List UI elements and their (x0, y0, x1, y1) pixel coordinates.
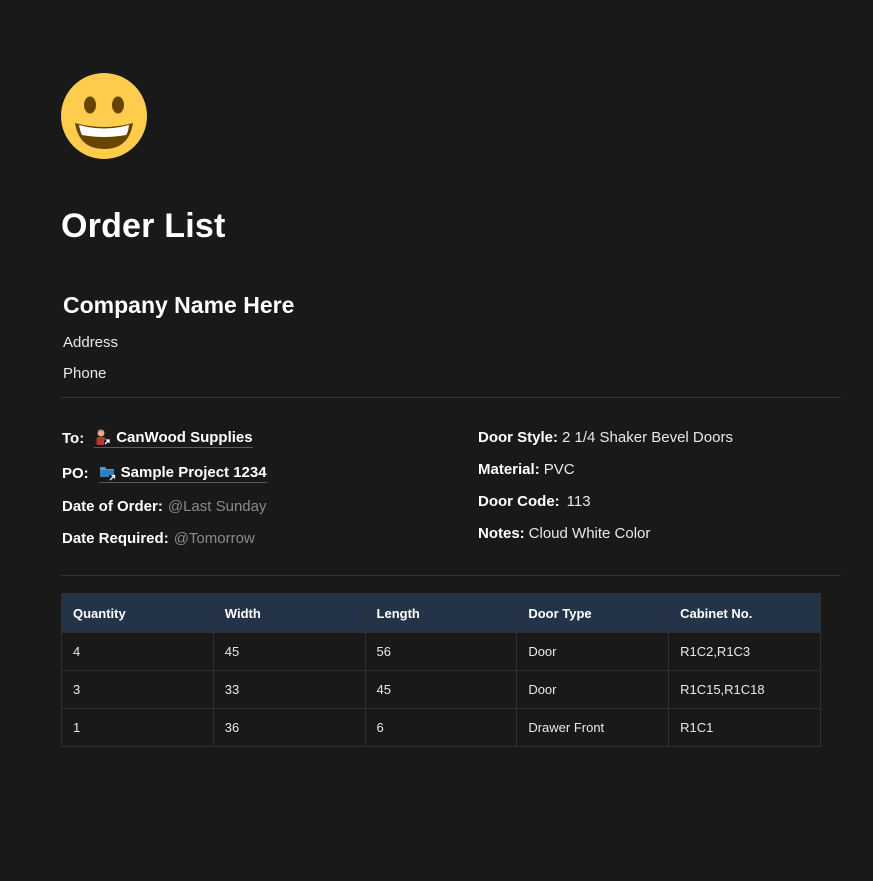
material-value: PVC (543, 461, 575, 478)
po-field: PO: Sample Project 1234 (62, 463, 267, 483)
column-header[interactable]: Quantity (61, 593, 214, 633)
table-cell[interactable]: 4 (61, 632, 214, 671)
table-cell[interactable]: 36 (212, 708, 366, 747)
door-style-label: Door Style: (478, 429, 559, 446)
table-cell[interactable]: Door (516, 632, 670, 671)
door-code-field: Door Code: 113 (478, 493, 591, 510)
table-cell[interactable]: R1C2,R1C3 (668, 632, 821, 671)
page-title: Order List (61, 207, 226, 245)
divider (61, 575, 841, 576)
date-of-order-field: Date of Order: @Last Sunday (62, 498, 266, 515)
table-cell[interactable]: 45 (212, 632, 366, 671)
po-value: Sample Project 1234 (120, 463, 267, 481)
notes-value: Cloud White Color (528, 525, 651, 542)
to-value: CanWood Supplies (116, 428, 253, 446)
table-cell[interactable]: 56 (364, 632, 518, 671)
company-address: Address (63, 334, 119, 351)
column-header[interactable]: Cabinet No. (668, 593, 821, 633)
table-cell[interactable]: 3 (61, 670, 214, 709)
door-style-value: 2 1/4 Shaker Bevel Doors (562, 429, 733, 446)
to-page-link[interactable]: CanWood Supplies (94, 428, 253, 448)
po-label: PO: (62, 464, 89, 482)
table-cell[interactable]: R1C1 (668, 708, 821, 747)
door-code-value: 113 (566, 493, 591, 510)
page: Order List Company Name Here Address Pho… (0, 0, 873, 881)
folder-page-link-icon (99, 467, 116, 481)
table-cell[interactable]: Door (516, 670, 670, 709)
table-cell[interactable]: R1C15,R1C18 (668, 670, 821, 709)
to-field: To: CanWood Supplies (62, 428, 253, 448)
to-label: To: (62, 429, 85, 447)
column-header[interactable]: Width (212, 593, 366, 633)
order-table: Quantity Width Length Door Type Cabinet … (61, 593, 821, 747)
material-field: Material: PVC (478, 461, 575, 478)
date-required-field: Date Required: @Tomorrow (62, 530, 255, 547)
notes-field: Notes: Cloud White Color (478, 525, 650, 542)
date-required-label: Date Required: (62, 530, 169, 547)
notes-label: Notes: (478, 525, 525, 542)
table-cell[interactable]: Drawer Front (516, 708, 670, 747)
table-cell[interactable]: 33 (212, 670, 366, 709)
divider (61, 397, 841, 398)
column-header[interactable]: Length (364, 593, 518, 633)
date-of-order-label: Date of Order: (62, 498, 163, 515)
door-code-label: Door Code: (478, 493, 560, 510)
table-header-row: Quantity Width Length Door Type Cabinet … (61, 593, 821, 633)
supplier-page-link-icon (96, 429, 111, 445)
material-label: Material: (478, 461, 540, 478)
table-cell[interactable]: 6 (364, 708, 518, 747)
table-cell[interactable]: 45 (364, 670, 518, 709)
date-of-order-mention[interactable]: @Last Sunday (168, 498, 267, 515)
grinning-face-icon[interactable] (61, 73, 147, 159)
table-row: 1 36 6 Drawer Front R1C1 (61, 708, 821, 747)
date-required-mention[interactable]: @Tomorrow (174, 530, 255, 547)
door-style-field: Door Style: 2 1/4 Shaker Bevel Doors (478, 429, 733, 446)
table-cell[interactable]: 1 (61, 708, 214, 747)
column-header[interactable]: Door Type (516, 593, 670, 633)
po-page-link[interactable]: Sample Project 1234 (98, 463, 267, 483)
table-row: 4 45 56 Door R1C2,R1C3 (61, 632, 821, 671)
company-name: Company Name Here (63, 292, 295, 318)
company-phone: Phone (63, 365, 107, 382)
table-row: 3 33 45 Door R1C15,R1C18 (61, 670, 821, 709)
